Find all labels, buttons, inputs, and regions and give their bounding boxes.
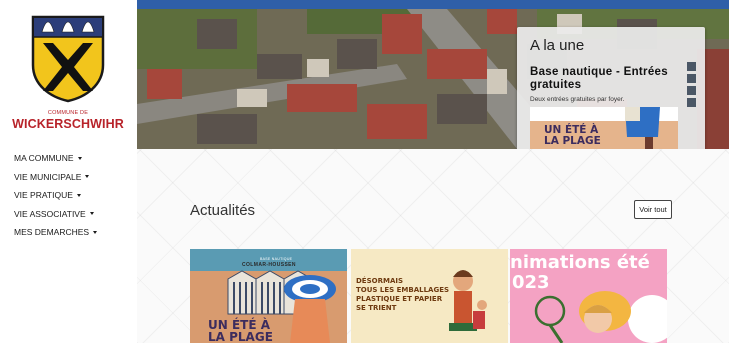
nav-item-label: VIE ASSOCIATIVE xyxy=(14,208,86,219)
see-all-button[interactable]: Voir tout xyxy=(634,200,672,219)
nav-item-vie-pratique[interactable]: VIE PRATIQUE xyxy=(14,186,97,205)
card-year: 023 xyxy=(512,272,550,293)
coat-of-arms-icon xyxy=(31,15,105,103)
commune-prefix: COMMUNE DE xyxy=(47,110,89,116)
caret-down-icon xyxy=(85,175,90,179)
nav-item-vie-municipale[interactable]: VIE MUNICIPALE xyxy=(14,168,97,187)
featured-section-title: A la une xyxy=(530,37,585,54)
caret-down-icon xyxy=(93,230,98,234)
slider-dot-3[interactable] xyxy=(687,86,696,95)
card-title: nimations été xyxy=(510,252,650,273)
news-card-animations[interactable]: nimations été 023 xyxy=(510,249,667,343)
nav-item-vie-associative[interactable]: VIE ASSOCIATIVE xyxy=(14,205,97,224)
featured-image-caption: UN ÉTÉ À LA PLAGE xyxy=(544,124,601,147)
caret-down-icon xyxy=(77,156,82,160)
news-section-title: Actualités xyxy=(190,202,256,219)
nav-item-label: VIE MUNICIPALE xyxy=(14,171,82,182)
card-title: UN ÉTÉ À LA PLAGE xyxy=(208,318,273,343)
featured-subtitle: Deux entrées gratuites par foyer. xyxy=(530,96,625,103)
news-card-beach[interactable]: BASE NAUTIQUE COLMAR-HOUSSEN UN ÉTÉ À LA… xyxy=(190,249,347,343)
commune-name: WICKERSCHWIHR xyxy=(12,117,124,131)
sidebar: COMMUNE DE WICKERSCHWIHR MA COMMUNE VIE … xyxy=(0,0,137,343)
featured-card[interactable]: A la une Base nautique - Entrées gratuit… xyxy=(517,27,705,167)
news-card-recycling[interactable]: DÉSORMAIS TOUS LES EMBALLAGES PLASTIQUE … xyxy=(351,249,508,343)
caret-down-icon xyxy=(76,193,81,197)
nav-item-mes-demarches[interactable]: MES DEMARCHES xyxy=(14,223,98,242)
slider-dot-1[interactable] xyxy=(687,62,696,71)
nav-item-label: MA COMMUNE xyxy=(14,153,74,164)
nav-item-label: VIE PRATIQUE xyxy=(14,190,73,201)
slider-pagination xyxy=(687,62,696,110)
card-kicker-title: COLMAR-HOUSSEN xyxy=(242,262,296,268)
slider-dot-2[interactable] xyxy=(687,74,696,83)
main-nav: MA COMMUNE VIE MUNICIPALE VIE PRATIQUE V… xyxy=(14,149,98,242)
nav-item-label: MES DEMARCHES xyxy=(14,227,90,238)
slider-dot-4[interactable] xyxy=(687,98,696,107)
nav-item-ma-commune[interactable]: MA COMMUNE xyxy=(14,149,97,168)
card-kicker: BASE NAUTIQUE xyxy=(260,257,293,261)
card-title: DÉSORMAIS TOUS LES EMBALLAGES PLASTIQUE … xyxy=(356,277,450,312)
caret-down-icon xyxy=(89,212,94,216)
site-logo[interactable]: COMMUNE DE WICKERSCHWIHR xyxy=(8,9,128,141)
featured-headline[interactable]: Base nautique - Entrées gratuites xyxy=(530,66,680,92)
